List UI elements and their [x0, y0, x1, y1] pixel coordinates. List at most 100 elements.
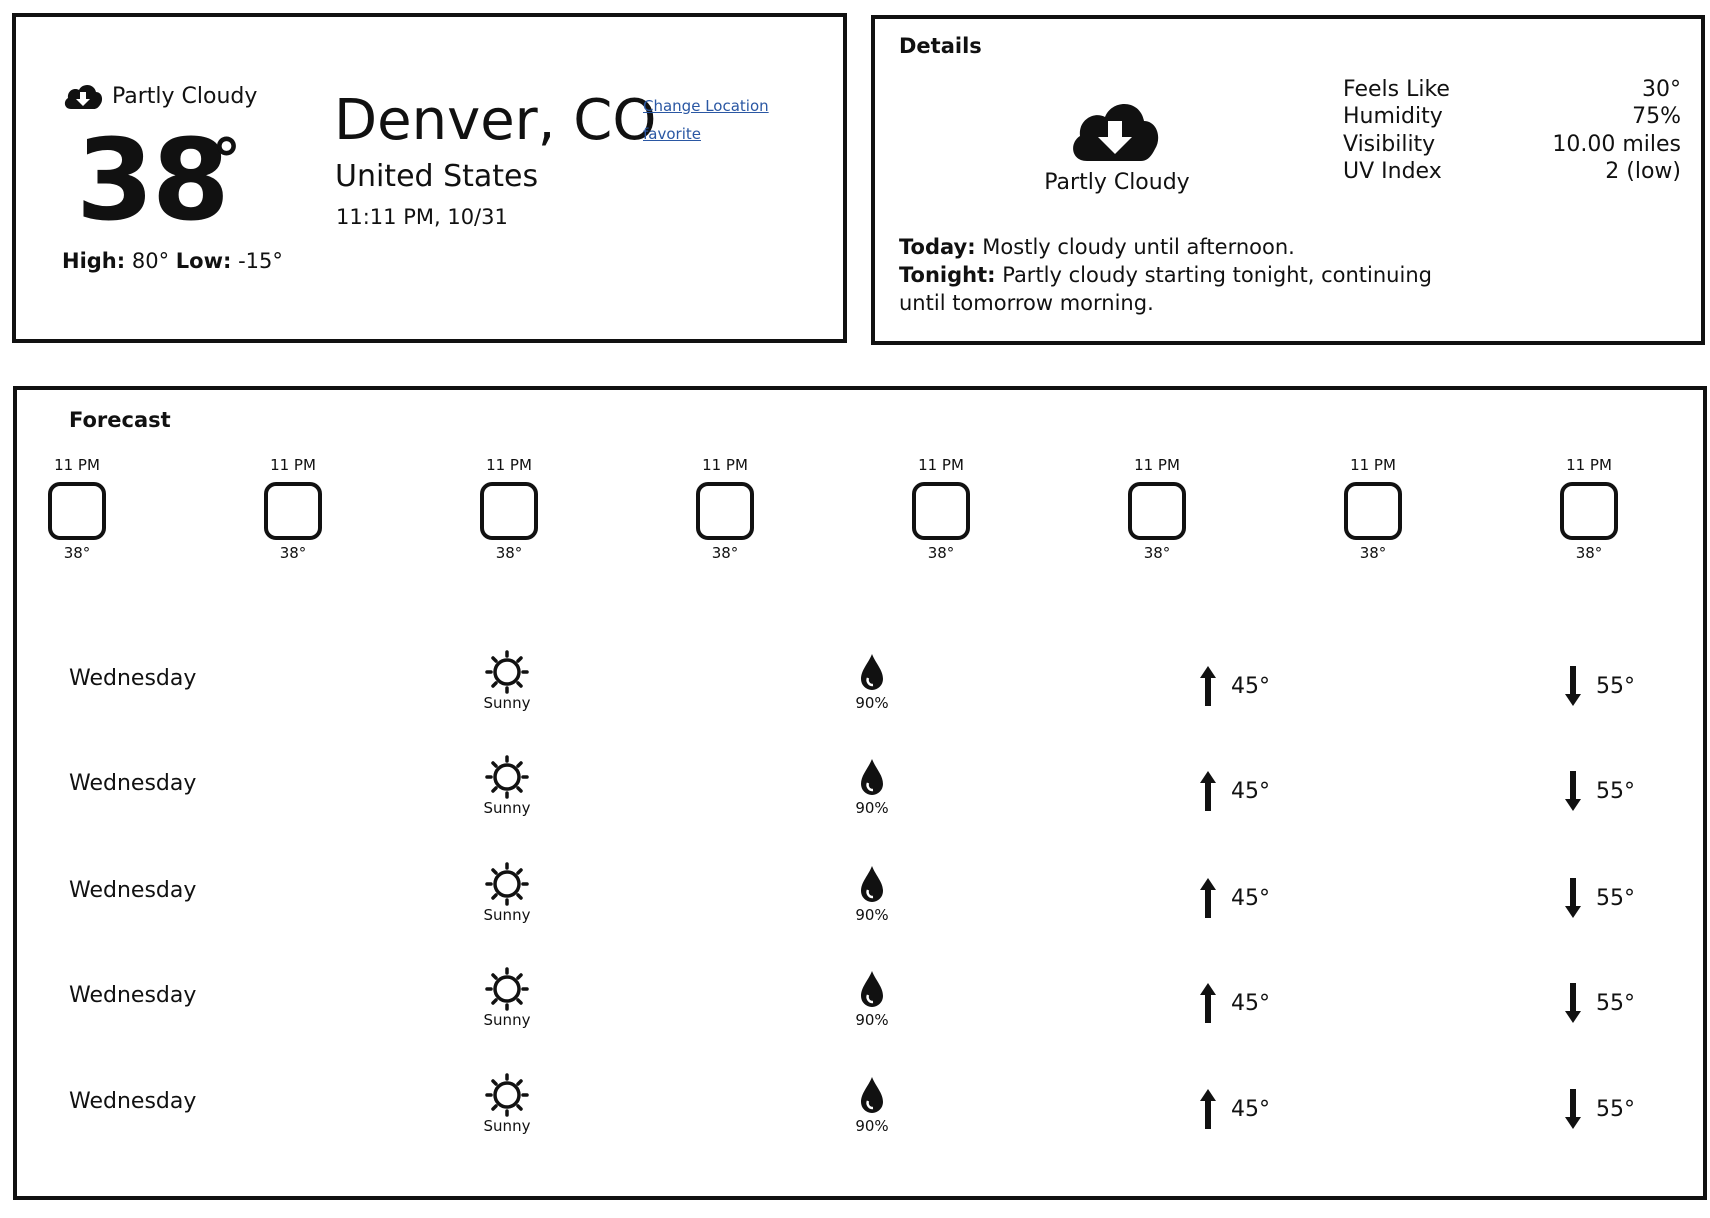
daily-day-name: Wednesday — [69, 1089, 197, 1114]
visibility-value: 10.00 miles — [1552, 132, 1681, 157]
feels-like-value: 30° — [1642, 77, 1681, 102]
daily-precip-label: 90% — [855, 1011, 889, 1029]
tonight-label: Tonight: — [899, 263, 996, 287]
hourly-icon-placeholder — [48, 482, 106, 540]
daily-low: 55° — [1562, 769, 1635, 813]
hourly-temp: 38° — [927, 544, 955, 562]
hourly-icon-placeholder — [912, 482, 970, 540]
hourly-time: 11 PM — [1134, 456, 1180, 474]
arrow-up-icon — [1200, 983, 1216, 1023]
hourly-temp: 38° — [1575, 544, 1603, 562]
current-condition-label: Partly Cloudy — [112, 83, 258, 109]
daily-low-value: 55° — [1596, 1096, 1635, 1122]
daily-day-name: Wednesday — [69, 666, 197, 691]
daily-high: 45° — [1197, 664, 1270, 708]
details-panel: Details Partly Cloudy Feels Like 30° Hum… — [871, 15, 1705, 345]
daily-day-name: Wednesday — [69, 771, 197, 796]
droplet-icon — [861, 866, 883, 902]
hourly-time: 11 PM — [270, 456, 316, 474]
high-label: High: — [62, 249, 126, 273]
hourly-item: 11 PM 38° — [685, 456, 765, 562]
humidity-value: 75% — [1632, 104, 1681, 129]
change-location-link[interactable]: Change Location — [643, 97, 769, 115]
hourly-time: 11 PM — [54, 456, 100, 474]
daily-condition-label: Sunny — [483, 1011, 531, 1029]
favorite-link[interactable]: favorite — [643, 125, 701, 143]
daily-row: Wednesday Sunny 90% 45° 55° — [17, 650, 1703, 730]
arrow-down-icon — [1565, 878, 1581, 918]
hourly-time: 11 PM — [702, 456, 748, 474]
daily-low-value: 55° — [1596, 990, 1635, 1016]
droplet-icon — [861, 1077, 883, 1113]
forecast-summary: Today: Mostly cloudy until afternoon. To… — [899, 233, 1459, 317]
daily-row: Wednesday Sunny 90% 45° 55° — [17, 862, 1703, 942]
daily-high-value: 45° — [1231, 990, 1270, 1016]
droplet-icon — [861, 971, 883, 1007]
details-condition-label: Partly Cloudy — [1044, 170, 1190, 195]
hourly-item: 11 PM 38° — [1117, 456, 1197, 562]
uv-index-value: 2 (low) — [1605, 159, 1681, 184]
sun-icon — [485, 967, 529, 1011]
city-name: Denver, CO — [334, 88, 657, 153]
daily-condition-label: Sunny — [483, 1117, 531, 1135]
daily-high: 45° — [1197, 981, 1270, 1025]
arrow-down-icon — [1565, 666, 1581, 706]
hourly-item: 11 PM 38° — [1333, 456, 1413, 562]
daily-high-value: 45° — [1231, 1096, 1270, 1122]
daily-precipitation: 90% — [842, 755, 902, 817]
daily-precip-label: 90% — [855, 906, 889, 924]
country-name: United States — [335, 159, 539, 194]
daily-row: Wednesday Sunny 90% 45° 55° — [17, 967, 1703, 1047]
daily-high-value: 45° — [1231, 885, 1270, 911]
arrow-down-icon — [1565, 983, 1581, 1023]
daily-precipitation: 90% — [842, 650, 902, 712]
arrow-up-icon — [1200, 666, 1216, 706]
sun-icon — [485, 650, 529, 694]
daily-condition: Sunny — [472, 755, 542, 817]
daily-row: Wednesday Sunny 90% 45° 55° — [17, 1073, 1703, 1153]
droplet-icon — [861, 654, 883, 690]
daily-precipitation: 90% — [842, 862, 902, 924]
cloud-download-icon — [64, 84, 103, 109]
current-condition-row: Partly Cloudy — [62, 79, 257, 113]
details-title: Details — [899, 34, 982, 58]
daily-low: 55° — [1562, 664, 1635, 708]
arrow-down-icon — [1565, 771, 1581, 811]
daily-low-value: 55° — [1596, 673, 1635, 699]
daily-day-name: Wednesday — [69, 878, 197, 903]
degree-symbol: ° — [212, 126, 241, 194]
hourly-item: 11 PM 38° — [1549, 456, 1629, 562]
daily-high-value: 45° — [1231, 673, 1270, 699]
arrow-up-icon — [1200, 1089, 1216, 1129]
hourly-time: 11 PM — [918, 456, 964, 474]
cloud-download-icon — [1073, 103, 1159, 161]
forecast-panel: Forecast 11 PM 38° 11 PM 38° 11 PM 38° 1… — [13, 386, 1707, 1200]
hourly-time: 11 PM — [1566, 456, 1612, 474]
uv-index-label: UV Index — [1343, 159, 1442, 184]
sun-icon — [485, 1073, 529, 1117]
hourly-time: 11 PM — [1350, 456, 1396, 474]
hourly-icon-placeholder — [1560, 482, 1618, 540]
daily-high: 45° — [1197, 769, 1270, 813]
daily-low-value: 55° — [1596, 885, 1635, 911]
feels-like-label: Feels Like — [1343, 77, 1450, 102]
daily-row: Wednesday Sunny 90% 45° 55° — [17, 755, 1703, 835]
daily-low: 55° — [1562, 876, 1635, 920]
low-value: -15° — [238, 249, 283, 273]
low-label: Low: — [175, 249, 232, 273]
daily-high-value: 45° — [1231, 778, 1270, 804]
daily-high: 45° — [1197, 1087, 1270, 1131]
hourly-item: 11 PM 38° — [469, 456, 549, 562]
hourly-icon-placeholder — [1128, 482, 1186, 540]
hourly-temp: 38° — [279, 544, 307, 562]
daily-condition-label: Sunny — [483, 694, 531, 712]
hourly-item: 11 PM 38° — [901, 456, 981, 562]
daily-precip-label: 90% — [855, 694, 889, 712]
hourly-icon-placeholder — [696, 482, 754, 540]
daily-precip-label: 90% — [855, 799, 889, 817]
daily-low: 55° — [1562, 981, 1635, 1025]
current-conditions-panel: Partly Cloudy 38 ° High: 80° Low: -15° D… — [12, 13, 847, 343]
droplet-icon — [861, 759, 883, 795]
forecast-title: Forecast — [69, 408, 171, 432]
daily-high: 45° — [1197, 876, 1270, 920]
